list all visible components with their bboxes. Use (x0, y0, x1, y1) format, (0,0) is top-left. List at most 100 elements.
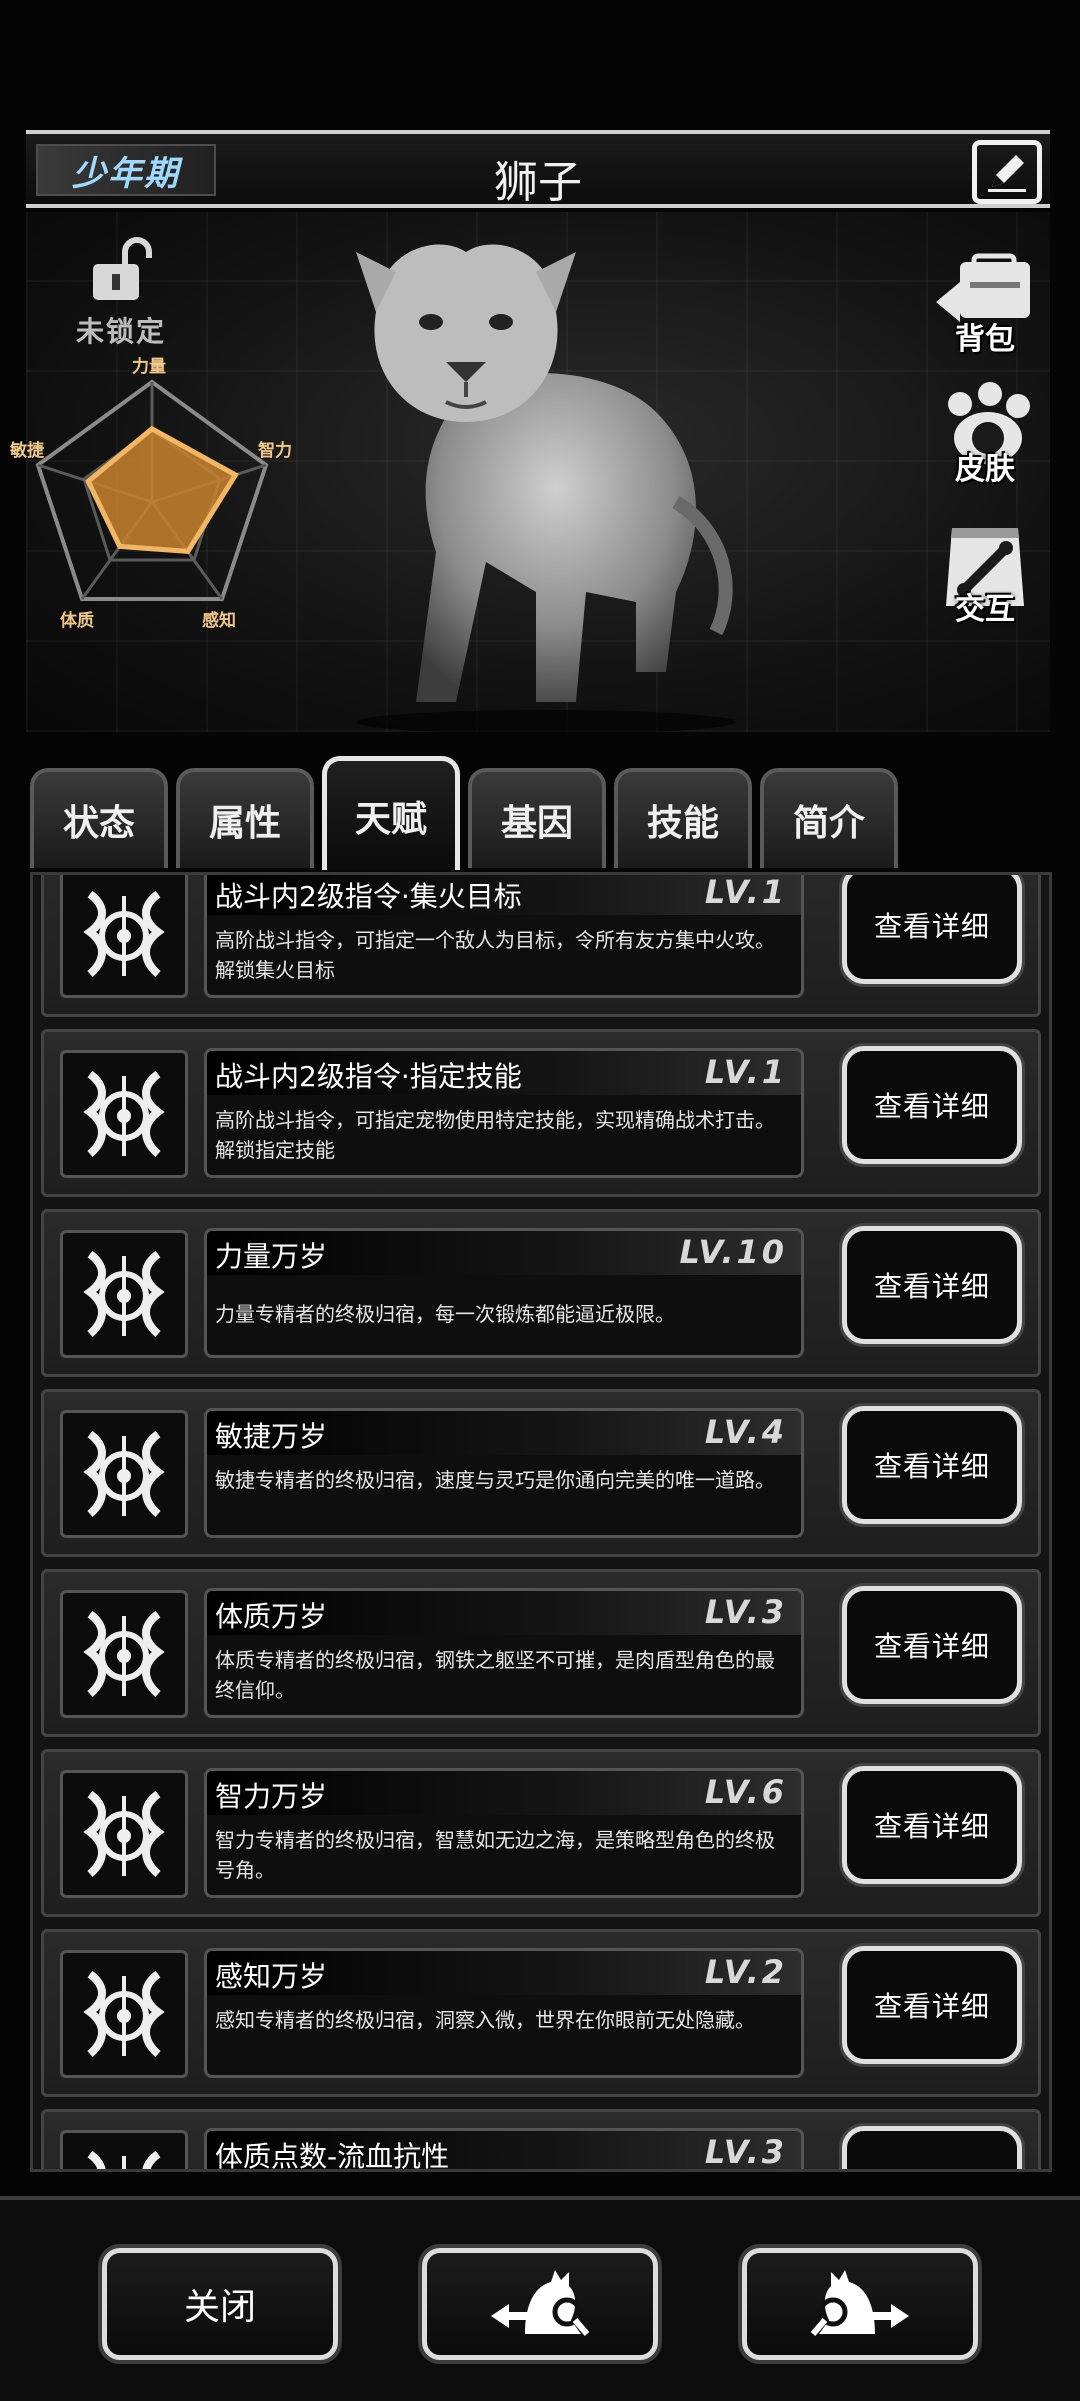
skin-button[interactable]: 皮肤 (930, 382, 1040, 492)
radar-label-agility: 敏捷 (10, 441, 44, 461)
talent-row: 体质万岁 LV.3 体质专精者的终极归宿，钢铁之躯坚不可摧，是肉盾型角色的最终信仰。… (41, 1569, 1041, 1737)
previous-pet-button[interactable] (422, 2248, 658, 2360)
talent-card: 感知万岁 LV.2 感知专精者的终极归宿，洞察入微，世界在你眼前无处隐藏。 (204, 1948, 804, 2078)
view-detail-label: 查看详细 (873, 1090, 990, 1123)
edit-name-button[interactable] (972, 140, 1042, 204)
talent-level: LV.1 (704, 1053, 787, 1091)
talent-title-bar: 智力万岁 LV.6 (207, 1771, 801, 1815)
talent-icon (60, 875, 188, 998)
close-button-label: 关闭 (183, 2287, 256, 2328)
talent-row: 战斗内2级指令·指定技能 LV.1 高阶战斗指令，可指定宠物使用特定技能，实现精确战… (41, 1029, 1041, 1197)
talent-title: 体质点数-流血抗性 (215, 2140, 450, 2172)
view-detail-button[interactable]: 查看详细 (842, 1586, 1022, 1704)
tab-intro-label: 简介 (792, 803, 865, 844)
talent-card: 战斗内2级指令·指定技能 LV.1 高阶战斗指令，可指定宠物使用特定技能，实现精确战… (204, 1048, 804, 1178)
talent-level: LV.2 (704, 1953, 787, 1991)
view-detail-label: 查看详细 (874, 2165, 990, 2169)
tab-talents-label: 天赋 (354, 798, 427, 840)
skin-label: 皮肤 (955, 452, 1015, 487)
talent-description: 高阶战斗指令，可指定一个敌人为目标，令所有友方集中火攻。解锁集火目标 (215, 928, 775, 982)
tab-skills-label: 技能 (646, 803, 719, 844)
talent-description: 体质专精者的终极归宿，钢铁之躯坚不可摧，是肉盾型角色的最终信仰。 (215, 1648, 775, 1702)
tab-intro[interactable]: 简介 (760, 768, 898, 868)
tab-attributes[interactable]: 属性 (176, 768, 314, 868)
talent-description: 高阶战斗指令，可指定宠物使用特定技能，实现精确战术打击。解锁指定技能 (215, 1108, 775, 1162)
view-detail-button[interactable]: 查看详细 (842, 1226, 1022, 1344)
pet-name: 狮子 (494, 157, 582, 208)
talent-card: 体质万岁 LV.3 体质专精者的终极归宿，钢铁之躯坚不可摧，是肉盾型角色的最终信仰。 (204, 1588, 804, 1718)
talent-title-bar: 战斗内2级指令·集火目标 LV.1 (207, 873, 801, 915)
next-pet-button[interactable] (742, 2248, 978, 2360)
talent-level: LV.4 (704, 1413, 787, 1451)
view-detail-button[interactable]: 查看详细 (842, 1406, 1022, 1524)
talent-row: 智力万岁 LV.6 智力专精者的终极归宿，智慧如无边之海，是策略型角色的终极号角。 查… (41, 1749, 1041, 1917)
bottom-bar: 关闭 (0, 2196, 1080, 2401)
talent-list[interactable]: 战斗内2级指令·集火目标 LV.1 高阶战斗指令，可指定一个敌人为目标，令所有友方集… (30, 872, 1052, 2172)
talent-title: 智力万岁 (215, 1780, 328, 1813)
view-detail-button[interactable]: 查看详细 (842, 2126, 1022, 2169)
talent-title: 敏捷万岁 (215, 1420, 328, 1453)
talent-title: 战斗内2级指令·指定技能 (215, 1060, 522, 1093)
tab-status[interactable]: 状态 (30, 768, 168, 868)
close-button[interactable]: 关闭 (102, 2248, 338, 2360)
talent-icon (60, 1410, 188, 1538)
talent-level: LV.1 (704, 873, 787, 911)
view-detail-button[interactable]: 查看详细 (842, 875, 1022, 984)
next-pet-icon (810, 2270, 909, 2336)
backpack-button[interactable]: 背包 (930, 252, 1040, 362)
view-detail-label: 查看详细 (873, 910, 990, 943)
talent-title: 战斗内2级指令·集火目标 (215, 880, 522, 913)
view-detail-button[interactable]: 查看详细 (842, 1946, 1022, 2064)
radar-label-constitution: 体质 (60, 611, 94, 631)
view-detail-label: 查看详细 (873, 1810, 990, 1843)
tab-talents[interactable]: 天赋 (322, 756, 460, 870)
attribute-radar: 力量 智力 感知 体质 敏捷 (10, 352, 316, 652)
interact-label: 交互 (955, 592, 1015, 627)
talent-icon (60, 1770, 188, 1898)
talent-title-bar: 力量万岁 LV.10 (207, 1231, 801, 1275)
talent-card: 战斗内2级指令·集火目标 LV.1 高阶战斗指令，可指定一个敌人为目标，令所有友方集… (204, 873, 804, 998)
tab-genes[interactable]: 基因 (468, 768, 606, 868)
lock-label: 未锁定 (75, 315, 166, 348)
radar-label-perception: 感知 (202, 611, 236, 631)
unlock-icon (93, 237, 152, 300)
lock-toggle[interactable]: 未锁定 (66, 234, 176, 350)
talent-title-bar: 体质点数-流血抗性 LV.3 (207, 2131, 801, 2172)
talent-title-bar: 体质万岁 LV.3 (207, 1591, 801, 1635)
talent-title: 力量万岁 (215, 1240, 328, 1273)
view-detail-button[interactable]: 查看详细 (842, 1766, 1022, 1884)
talent-title: 体质万岁 (215, 1600, 328, 1633)
interact-button[interactable]: 交互 (930, 522, 1040, 632)
talent-title: 感知万岁 (215, 1960, 328, 1993)
talent-level: LV.3 (704, 2133, 787, 2171)
radar-label-intelligence: 智力 (258, 441, 292, 461)
talent-icon (60, 1230, 188, 1358)
title-bar: 少年期 狮子 (26, 130, 1050, 208)
talent-description: 智力专精者的终极归宿，智慧如无边之海，是策略型角色的终极号角。 (215, 1828, 775, 1882)
talent-level: LV.10 (679, 1233, 787, 1271)
talent-row: 体质点数-流血抗性 LV.3 查看详细 (41, 2109, 1041, 2172)
talent-row: 感知万岁 LV.2 感知专精者的终极归宿，洞察入微，世界在你眼前无处隐藏。 查看详细 (41, 1929, 1041, 2097)
view-detail-label: 查看详细 (873, 1630, 990, 1663)
talent-level: LV.6 (704, 1773, 787, 1811)
view-detail-button[interactable]: 查看详细 (842, 1046, 1022, 1164)
tab-status-label: 状态 (62, 803, 135, 844)
pet-showcase: 未锁定 力量 智力 感知 体质 敏捷 背包 皮肤 交互 (10, 212, 1050, 732)
talent-title-bar: 感知万岁 LV.2 (207, 1951, 801, 1995)
talent-card: 敏捷万岁 LV.4 敏捷专精者的终极归宿，速度与灵巧是你通向完美的唯一道路。 (204, 1408, 804, 1538)
talent-card: 力量万岁 LV.10 力量专精者的终极归宿，每一次锻炼都能逼近极限。 (204, 1228, 804, 1358)
talent-row: 力量万岁 LV.10 力量专精者的终极归宿，每一次锻炼都能逼近极限。 查看详细 (41, 1209, 1041, 1377)
talent-description: 感知专精者的终极归宿，洞察入微，世界在你眼前无处隐藏。 (215, 2008, 755, 2032)
talent-description: 力量专精者的终极归宿，每一次锻炼都能逼近极限。 (215, 1302, 675, 1326)
talent-icon (60, 1950, 188, 2078)
edit-icon (988, 155, 1026, 192)
view-detail-label: 查看详细 (873, 1450, 990, 1483)
talent-card: 体质点数-流血抗性 LV.3 (204, 2128, 804, 2172)
talent-icon (60, 1590, 188, 1718)
view-detail-label: 查看详细 (873, 1990, 990, 2023)
tab-skills[interactable]: 技能 (614, 768, 752, 868)
talent-row: 战斗内2级指令·集火目标 LV.1 高阶战斗指令，可指定一个敌人为目标，令所有友方集… (41, 873, 1041, 1017)
radar-label-strength: 力量 (132, 357, 166, 377)
talent-icon (60, 2130, 188, 2169)
talent-icon (60, 1050, 188, 1178)
